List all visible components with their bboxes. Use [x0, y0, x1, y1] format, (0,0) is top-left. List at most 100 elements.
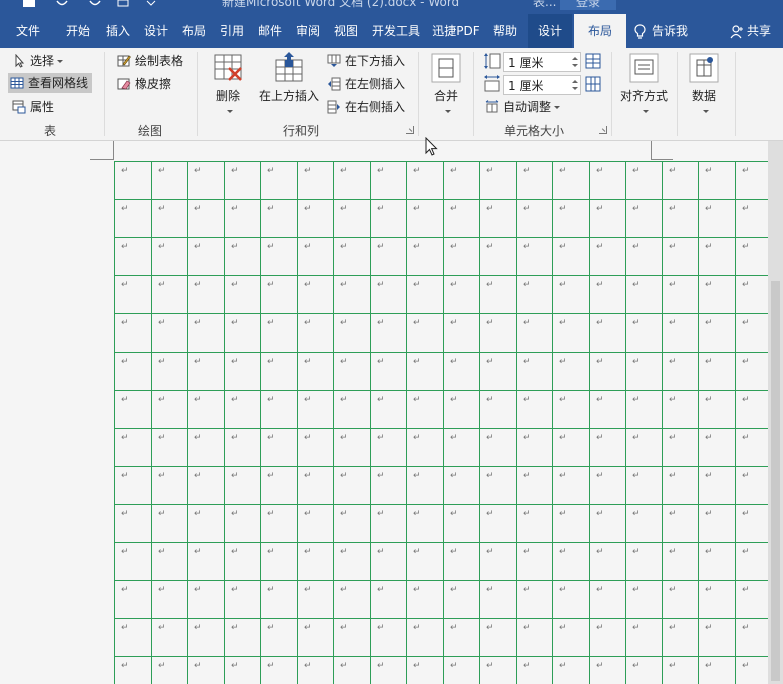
column-width-spin-down[interactable]: [572, 87, 578, 90]
insert-right-button[interactable]: 在右侧插入: [325, 97, 405, 117]
group-separator: [611, 52, 612, 136]
cell-end-mark: ↵: [450, 509, 458, 519]
tab-developer[interactable]: 开发工具: [366, 14, 426, 48]
cell-end-mark: ↵: [304, 623, 312, 633]
select-dropdown-caret: [57, 60, 64, 63]
cell-end-mark: ↵: [559, 509, 567, 519]
cell-end-mark: ↵: [121, 547, 129, 557]
group-label-rows-cols: 行和列: [283, 124, 320, 138]
lightbulb-icon: [634, 23, 646, 39]
cell-end-mark: ↵: [559, 395, 567, 405]
cell-end-mark: ↵: [231, 509, 239, 519]
tab-file[interactable]: 文件: [4, 14, 52, 48]
cell-end-mark: ↵: [742, 585, 750, 595]
eraser-button[interactable]: 橡皮擦: [115, 74, 171, 94]
crop-mark: [651, 141, 652, 159]
cell-end-mark: ↵: [413, 242, 421, 252]
cell-end-mark: ↵: [377, 166, 385, 176]
document-area[interactable]: ↵ ↵ ↵ ↵ ↵ ↵ ↵ ↵ ↵ ↵ ↵ ↵ ↵ ↵ ↵ ↵ ↵ ↵ ↵ ↵ ↵ ↵ ↵ ↵ ↵ ↵ ↵ ↵ ↵ ↵ ↵ ↵ ↵ ↵ ↵ ↵ ↵ ↵ ↵ ↵…: [0, 141, 768, 684]
delete-label: 删除: [215, 89, 240, 103]
row-height-input[interactable]: 1 厘米: [503, 52, 581, 72]
distribute-rows-icon[interactable]: [585, 53, 601, 69]
column-width-icon: [484, 75, 500, 92]
tab-xunjie-pdf[interactable]: 迅捷PDF: [428, 14, 484, 48]
insert-left-button[interactable]: 在左侧插入: [325, 74, 405, 94]
cell-end-mark: ↵: [121, 242, 129, 252]
tell-me-box[interactable]: 告诉我: [634, 14, 734, 48]
pencil-table-icon: [117, 55, 131, 67]
tab-table-layout[interactable]: 布局: [574, 14, 626, 48]
draw-table-button[interactable]: 绘制表格: [115, 51, 183, 71]
merge-button[interactable]: 合并: [428, 52, 464, 118]
document-title: 新建Microsoft Word 文档 (2).docx - Word: [222, 0, 460, 9]
tab-insert[interactable]: 插入: [99, 14, 137, 48]
cell-end-mark: ↵: [632, 242, 640, 252]
save-icon[interactable]: [22, 0, 36, 8]
document-page[interactable]: ↵ ↵ ↵ ↵ ↵ ↵ ↵ ↵ ↵ ↵ ↵ ↵ ↵ ↵ ↵ ↵ ↵ ↵ ↵ ↵ ↵ ↵ ↵ ↵ ↵ ↵ ↵ ↵ ↵ ↵ ↵ ↵ ↵ ↵ ↵ ↵ ↵ ↵ ↵ ↵…: [0, 141, 768, 684]
cell-end-mark: ↵: [340, 280, 348, 290]
table-column-border: [370, 161, 371, 684]
column-width-spin-up[interactable]: [572, 80, 578, 83]
autofit-button[interactable]: 自动调整: [483, 97, 561, 117]
vertical-scrollbar[interactable]: [768, 141, 783, 684]
insert-below-button[interactable]: 在下方插入: [325, 51, 405, 71]
cell-end-mark: ↵: [121, 318, 129, 328]
data-button[interactable]: 数据: [686, 52, 722, 118]
table-column-border: [589, 161, 590, 684]
table-grid[interactable]: ↵ ↵ ↵ ↵ ↵ ↵ ↵ ↵ ↵ ↵ ↵ ↵ ↵ ↵ ↵ ↵ ↵ ↵ ↵ ↵ ↵ ↵ ↵ ↵ ↵ ↵ ↵ ↵ ↵ ↵ ↵ ↵ ↵ ↵ ↵ ↵ ↵ ↵ ↵ ↵…: [114, 161, 768, 684]
cell-size-dialog-launcher[interactable]: [599, 126, 607, 134]
share-button[interactable]: 共享: [730, 14, 783, 48]
row-height-spin-down[interactable]: [572, 64, 578, 67]
undo-icon[interactable]: [55, 0, 69, 8]
table-column-border: [698, 161, 699, 684]
row-height-spin-up[interactable]: [572, 57, 578, 60]
insert-below-icon: [327, 54, 341, 67]
scrollbar-thumb[interactable]: [771, 281, 780, 681]
cell-end-mark: ↵: [596, 661, 604, 671]
tab-references[interactable]: 引用: [214, 14, 250, 48]
tab-mailings[interactable]: 邮件: [252, 14, 288, 48]
cell-end-mark: ↵: [194, 623, 202, 633]
insert-above-button[interactable]: 在上方插入: [257, 52, 321, 104]
group-label-draw: 绘图: [138, 124, 163, 138]
cell-end-mark: ↵: [559, 471, 567, 481]
tab-view[interactable]: 视图: [328, 14, 364, 48]
cell-end-mark: ↵: [632, 585, 640, 595]
properties-button[interactable]: 属性: [10, 97, 54, 117]
tab-review[interactable]: 审阅: [290, 14, 326, 48]
redo-icon[interactable]: [88, 0, 102, 8]
alignment-button[interactable]: 对齐方式: [616, 52, 672, 118]
data-dropdown-caret: [702, 110, 709, 113]
cell-end-mark: ↵: [486, 547, 494, 557]
rows-cols-dialog-launcher[interactable]: [406, 126, 414, 134]
delete-button[interactable]: 删除: [208, 52, 248, 118]
cell-end-mark: ↵: [742, 357, 750, 367]
tab-home[interactable]: 开始: [58, 14, 98, 48]
select-button[interactable]: 选择: [10, 51, 64, 71]
tab-layout[interactable]: 布局: [175, 14, 213, 48]
tab-table-design[interactable]: 设计: [528, 14, 572, 48]
tab-help[interactable]: 帮助: [486, 14, 524, 48]
customize-qat-icon[interactable]: [146, 0, 156, 8]
tab-design[interactable]: 设计: [138, 14, 174, 48]
cell-end-mark: ↵: [121, 509, 129, 519]
cell-end-mark: ↵: [304, 661, 312, 671]
cell-end-mark: ↵: [194, 509, 202, 519]
cell-end-mark: ↵: [669, 585, 677, 595]
cell-end-mark: ↵: [413, 280, 421, 290]
properties-label: 属性: [30, 100, 55, 114]
cell-end-mark: ↵: [377, 242, 385, 252]
touch-mode-icon[interactable]: [116, 0, 130, 8]
column-width-input[interactable]: 1 厘米: [503, 75, 581, 95]
cell-end-mark: ↵: [669, 623, 677, 633]
cell-end-mark: ↵: [559, 661, 567, 671]
cell-end-mark: ↵: [705, 585, 713, 595]
crop-mark: [90, 159, 114, 160]
cell-end-mark: ↵: [377, 395, 385, 405]
view-gridlines-button[interactable]: 查看网格线: [8, 73, 93, 93]
cell-end-mark: ↵: [705, 547, 713, 557]
cell-end-mark: ↵: [231, 242, 239, 252]
cell-end-mark: ↵: [523, 242, 531, 252]
distribute-columns-icon[interactable]: [585, 76, 601, 92]
login-button[interactable]: 登录: [560, 0, 617, 10]
